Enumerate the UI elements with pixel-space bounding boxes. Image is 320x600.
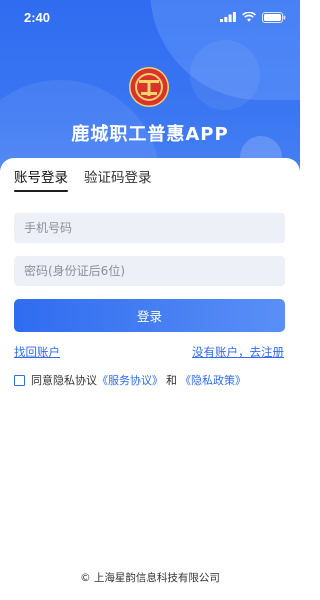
status-time: 2:40: [24, 9, 51, 25]
agreement-row: 同意隐私协议 《服务协议》 和 《隐私政策》: [14, 372, 246, 388]
agreement-text: 同意隐私协议: [31, 374, 97, 387]
forgot-account-link[interactable]: 找回账户: [14, 344, 60, 360]
login-card: 账号登录 验证码登录 登录 找回账户 没有账户，去注册 同意隐私协议 《服务协议…: [0, 158, 300, 600]
login-tabs: 账号登录 验证码登录: [14, 166, 152, 192]
agree-checkbox[interactable]: [14, 374, 25, 386]
wifi-icon: [242, 12, 256, 22]
signal-icon: [220, 12, 236, 22]
copyright-footer: © 上海星韵信息科技有限公司: [80, 572, 220, 584]
service-agreement-link[interactable]: 《服务协议》: [97, 372, 163, 388]
battery-icon: [262, 11, 286, 23]
login-button[interactable]: 登录: [14, 299, 285, 332]
tab-account-login[interactable]: 账号登录: [14, 166, 68, 192]
agreement-conjunction: 和: [166, 374, 177, 387]
decor-circle: [190, 40, 260, 110]
tab-code-login[interactable]: 验证码登录: [84, 166, 152, 192]
phone-input[interactable]: [14, 213, 285, 243]
privacy-policy-link[interactable]: 《隐私政策》: [180, 372, 246, 388]
app-title: 鹿城职工普惠APP: [71, 124, 229, 145]
status-bar: 2:40: [0, 0, 300, 34]
password-input[interactable]: [14, 256, 285, 286]
union-logo: [129, 67, 169, 107]
register-link[interactable]: 没有账户，去注册: [192, 344, 284, 360]
status-icons: [220, 11, 286, 23]
